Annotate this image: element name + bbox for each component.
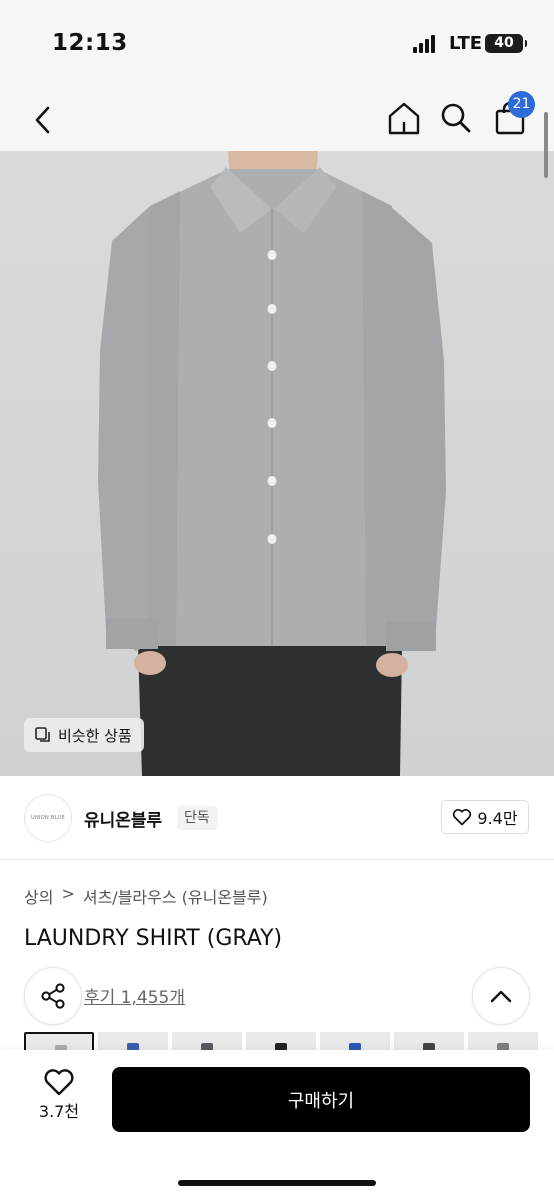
- color-thumbnail[interactable]: [172, 1032, 242, 1050]
- similar-products-label: 비슷한 상품: [58, 726, 132, 745]
- share-icon: [41, 983, 65, 1009]
- reviews-link[interactable]: 후기 1,455개: [84, 983, 185, 1008]
- breadcrumb-separator: >: [61, 884, 75, 903]
- collapse-button[interactable]: [472, 967, 530, 1025]
- thumbnail-swatch: [497, 1043, 509, 1050]
- brand-name[interactable]: 유니온블루: [84, 806, 162, 831]
- home-icon: [388, 102, 420, 135]
- search-icon: [441, 103, 471, 133]
- color-thumbnail[interactable]: [246, 1032, 316, 1050]
- brand-like-button[interactable]: 9.4만: [441, 800, 529, 834]
- breadcrumb-item[interactable]: 상의: [24, 884, 53, 908]
- thumbnail-swatch: [423, 1043, 435, 1050]
- wishlist-button[interactable]: 3.7천: [30, 1068, 88, 1128]
- cart-count-badge: 21: [508, 91, 535, 118]
- color-thumbnail[interactable]: [24, 1032, 94, 1050]
- copy-icon: [35, 727, 50, 742]
- color-thumbnail[interactable]: [394, 1032, 464, 1050]
- share-button[interactable]: [24, 967, 82, 1025]
- search-button[interactable]: [438, 94, 474, 142]
- brand-row: UNION BLUE 유니온블루 단독 9.4만: [0, 776, 554, 860]
- thumbnail-swatch: [127, 1043, 139, 1050]
- status-time: 12:13: [52, 30, 128, 56]
- chevron-up-icon: [490, 990, 512, 1003]
- color-thumbnail[interactable]: [320, 1032, 390, 1050]
- thumbnail-swatch: [275, 1043, 287, 1050]
- thumbnail-swatch: [201, 1043, 213, 1050]
- shirt-illustration: [98, 151, 446, 776]
- wishlist-count: 3.7천: [38, 1102, 80, 1121]
- exclusive-badge: 단독: [177, 806, 217, 830]
- signal-icon: [413, 35, 439, 53]
- network-label: LTE: [449, 33, 483, 54]
- color-thumbnails: [24, 1032, 554, 1050]
- top-nav: [0, 88, 554, 151]
- scrollbar[interactable]: [544, 112, 548, 178]
- home-indicator: [178, 1180, 376, 1186]
- bottom-action-bar: 3.7천 구매하기: [0, 1050, 554, 1200]
- thumbnail-swatch: [349, 1043, 361, 1050]
- heart-icon: [44, 1069, 74, 1096]
- chevron-left-icon: [35, 106, 50, 134]
- back-button[interactable]: [26, 96, 60, 144]
- heart-icon: [453, 809, 472, 826]
- breadcrumb: 상의 > 셔츠/블라우스 (유니온블루): [24, 884, 268, 908]
- status-bar: 12:13 LTE 40: [0, 0, 554, 88]
- product-image[interactable]: [0, 151, 554, 776]
- home-button[interactable]: [386, 94, 422, 142]
- product-title: LAUNDRY SHIRT (GRAY): [24, 926, 283, 951]
- similar-products-button[interactable]: 비슷한 상품: [24, 718, 144, 752]
- brand-logo[interactable]: UNION BLUE: [24, 794, 72, 842]
- brand-like-count: 9.4만: [477, 809, 518, 828]
- buy-button[interactable]: 구매하기: [112, 1067, 530, 1132]
- color-thumbnail[interactable]: [468, 1032, 538, 1050]
- battery-icon: 40: [485, 34, 527, 53]
- color-thumbnail[interactable]: [98, 1032, 168, 1050]
- breadcrumb-item[interactable]: 셔츠/블라우스 (유니온블루): [83, 884, 268, 908]
